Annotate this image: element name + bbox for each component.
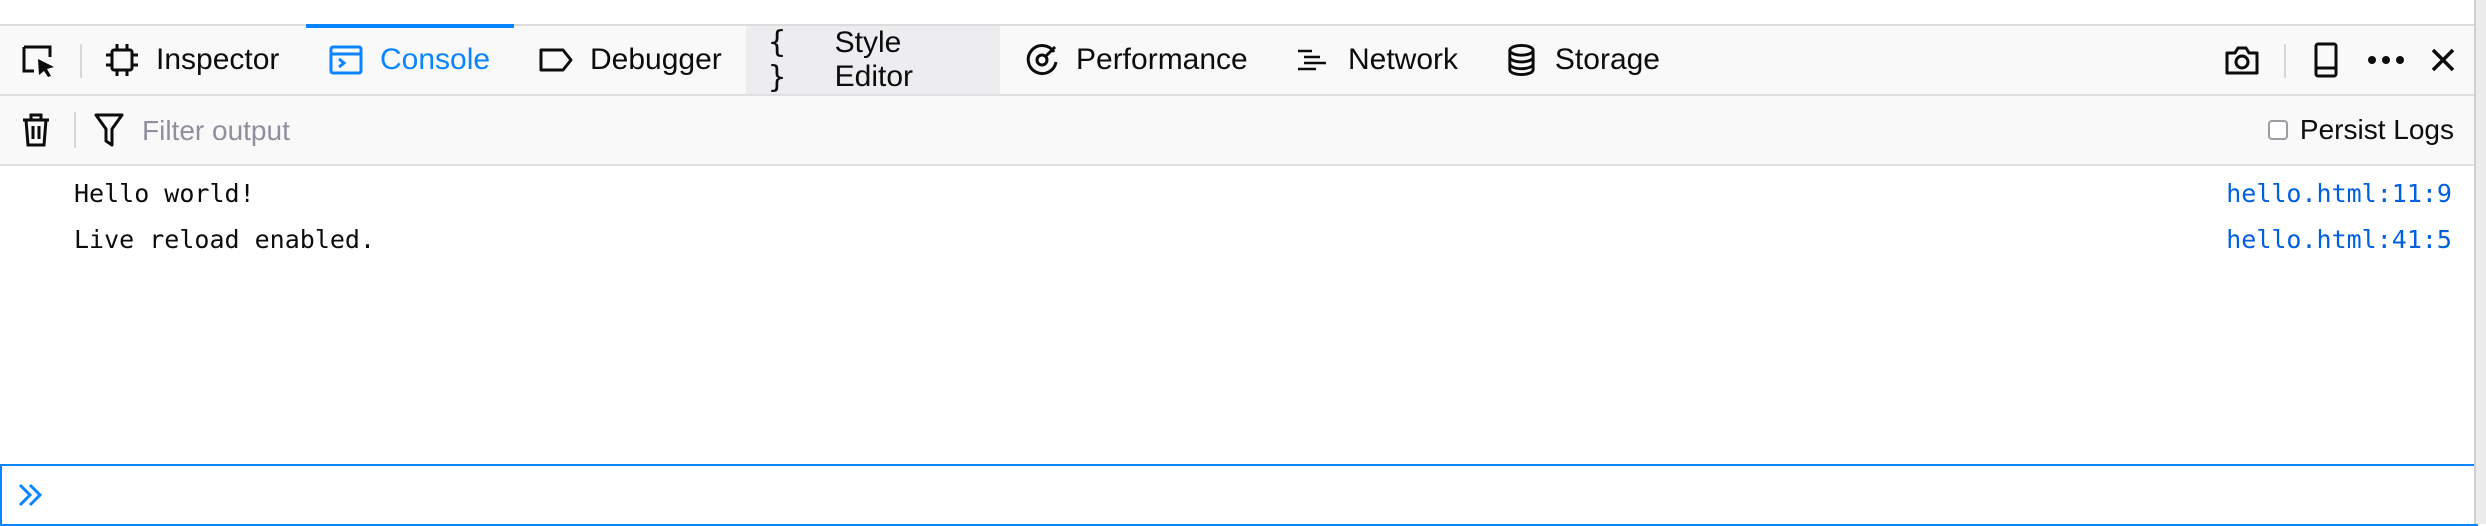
tab-performance-label: Performance [1076,43,1248,76]
tab-inspector-label: Inspector [156,43,280,76]
tab-storage-label: Storage [1554,43,1660,76]
style-editor-icon: { } [768,25,787,95]
window-top-edge [0,0,2486,26]
clear-console-button[interactable] [6,96,66,164]
close-devtools-button[interactable] [2418,26,2468,94]
tab-storage[interactable]: Storage [1482,26,1682,94]
persist-logs-checkbox[interactable] [2267,120,2288,140]
filter-output-input[interactable] [140,96,2044,166]
tab-style-editor-label: Style Editor [834,26,914,93]
more-options-icon [2368,56,2404,64]
filter-toggle-button[interactable] [84,96,134,164]
screenshot-button[interactable] [2216,26,2268,94]
tab-debugger-label: Debugger [590,43,722,76]
close-icon [2431,48,2455,72]
devtools-toolbar: Inspector Console Debugger { } Style Edi… [0,24,2476,96]
console-js-input[interactable] [0,464,2478,526]
network-icon [1297,49,1326,71]
responsive-design-button[interactable] [2300,26,2352,94]
persist-logs-label: Persist Logs [2299,114,2454,145]
tab-inspector[interactable]: Inspector [82,26,304,94]
tab-console[interactable]: Console [306,24,514,94]
console-filter-bar: Persist Logs [0,96,2476,166]
debugger-icon [539,48,573,72]
storage-icon [1508,43,1535,76]
console-message: Hello world! hello.html:11:9 [0,170,2476,216]
tab-debugger[interactable]: Debugger [516,26,744,94]
responsive-design-icon [2314,42,2338,78]
console-output: Hello world! hello.html:11:9 Live reload… [0,166,2476,464]
tab-console-label: Console [380,43,491,76]
prompt-chevron-icon [18,483,43,507]
console-message-text: Hello world! [74,178,255,208]
filter-funnel-icon [94,113,124,147]
persist-logs-toggle[interactable]: Persist Logs [2267,96,2454,164]
inspector-icon [106,44,138,76]
more-options-button[interactable] [2358,26,2414,94]
console-message-text: Live reload enabled. [74,224,376,254]
element-picker-button[interactable] [0,26,78,94]
window-right-edge [2474,0,2486,524]
tab-network[interactable]: Network [1274,26,1480,94]
screenshot-camera-icon [2225,46,2259,75]
toolbar-separator [2284,44,2286,78]
performance-icon [1026,44,1058,76]
tab-network-label: Network [1347,43,1458,76]
filter-separator [74,112,76,148]
tab-performance[interactable]: Performance [1002,26,1272,94]
element-picker-icon [22,45,54,77]
tab-style-editor[interactable]: { } Style Editor [746,25,1000,95]
console-icon [329,45,363,75]
console-message-location-link[interactable]: hello.html:41:5 [2226,225,2452,254]
console-message: Live reload enabled. hello.html:41:5 [0,216,2476,262]
console-message-location-link[interactable]: hello.html:11:9 [2226,179,2452,208]
trash-icon [23,113,49,147]
